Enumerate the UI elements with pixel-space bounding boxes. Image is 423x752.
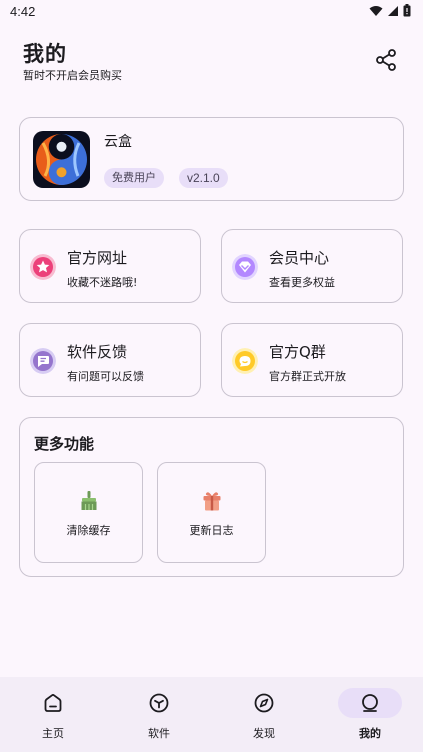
changelog-label: 更新日志 bbox=[189, 524, 234, 537]
tile-title: 官方Q群 bbox=[269, 343, 326, 361]
app-info-card[interactable]: 云盒 免费用户 v2.1.0 bbox=[19, 117, 404, 201]
chat-icon bbox=[232, 348, 258, 374]
nav-label: 软件 bbox=[148, 727, 170, 740]
feedback-tile[interactable]: 软件反馈 有问题可以反馈 bbox=[19, 323, 201, 397]
clear-cache-label: 清除缓存 bbox=[66, 524, 111, 537]
changelog-button[interactable]: 更新日志 bbox=[157, 462, 266, 563]
cube-icon bbox=[149, 693, 169, 713]
bottom-navigation: 主页 软件 发现 我的 bbox=[0, 677, 423, 752]
status-icons bbox=[369, 4, 411, 17]
version-badge: v2.1.0 bbox=[179, 168, 228, 188]
gift-icon bbox=[203, 492, 221, 511]
official-site-tile[interactable]: 官方网址 收藏不迷路哦! bbox=[19, 229, 201, 303]
nav-item-software[interactable]: 软件 bbox=[106, 677, 212, 752]
nav-item-discover[interactable]: 发现 bbox=[211, 677, 317, 752]
diamond-icon bbox=[232, 254, 258, 280]
signal-icon bbox=[388, 5, 398, 16]
app-name: 云盒 bbox=[104, 134, 132, 150]
broom-icon bbox=[81, 491, 97, 510]
feedback-icon bbox=[30, 348, 56, 374]
more-features-title: 更多功能 bbox=[34, 435, 95, 453]
vip-center-tile[interactable]: 会员中心 查看更多权益 bbox=[221, 229, 403, 303]
tile-subtitle: 查看更多权益 bbox=[269, 276, 335, 289]
tile-title: 会员中心 bbox=[269, 249, 330, 267]
nav-item-home[interactable]: 主页 bbox=[0, 677, 106, 752]
share-icon[interactable] bbox=[375, 49, 397, 71]
nav-item-mine[interactable]: 我的 bbox=[317, 677, 423, 752]
status-bar: 4:42 bbox=[0, 0, 423, 26]
user-type-badge: 免费用户 bbox=[104, 168, 164, 188]
clear-cache-button[interactable]: 清除缓存 bbox=[34, 462, 143, 563]
tile-subtitle: 有问题可以反馈 bbox=[67, 370, 144, 383]
qq-group-tile[interactable]: 官方Q群 官方群正式开放 bbox=[221, 323, 403, 397]
tile-title: 软件反馈 bbox=[67, 343, 128, 361]
status-time: 4:42 bbox=[10, 4, 36, 19]
profile-icon bbox=[362, 694, 378, 712]
nav-label: 发现 bbox=[253, 727, 275, 740]
nav-label: 主页 bbox=[42, 727, 64, 740]
wifi-icon bbox=[369, 5, 383, 16]
star-icon bbox=[30, 254, 56, 280]
page-subtitle: 暂时不开启会员购买 bbox=[23, 69, 122, 82]
nav-label: 我的 bbox=[359, 727, 381, 740]
home-icon bbox=[44, 694, 62, 712]
compass-icon bbox=[254, 693, 274, 713]
page-title: 我的 bbox=[23, 42, 67, 66]
tile-subtitle: 官方群正式开放 bbox=[269, 370, 346, 383]
tile-title: 官方网址 bbox=[67, 249, 128, 267]
more-features-card: 更多功能 清除缓存 更新日志 bbox=[19, 417, 404, 577]
tile-subtitle: 收藏不迷路哦! bbox=[67, 276, 138, 289]
battery-icon bbox=[403, 4, 411, 17]
app-logo bbox=[33, 131, 90, 188]
